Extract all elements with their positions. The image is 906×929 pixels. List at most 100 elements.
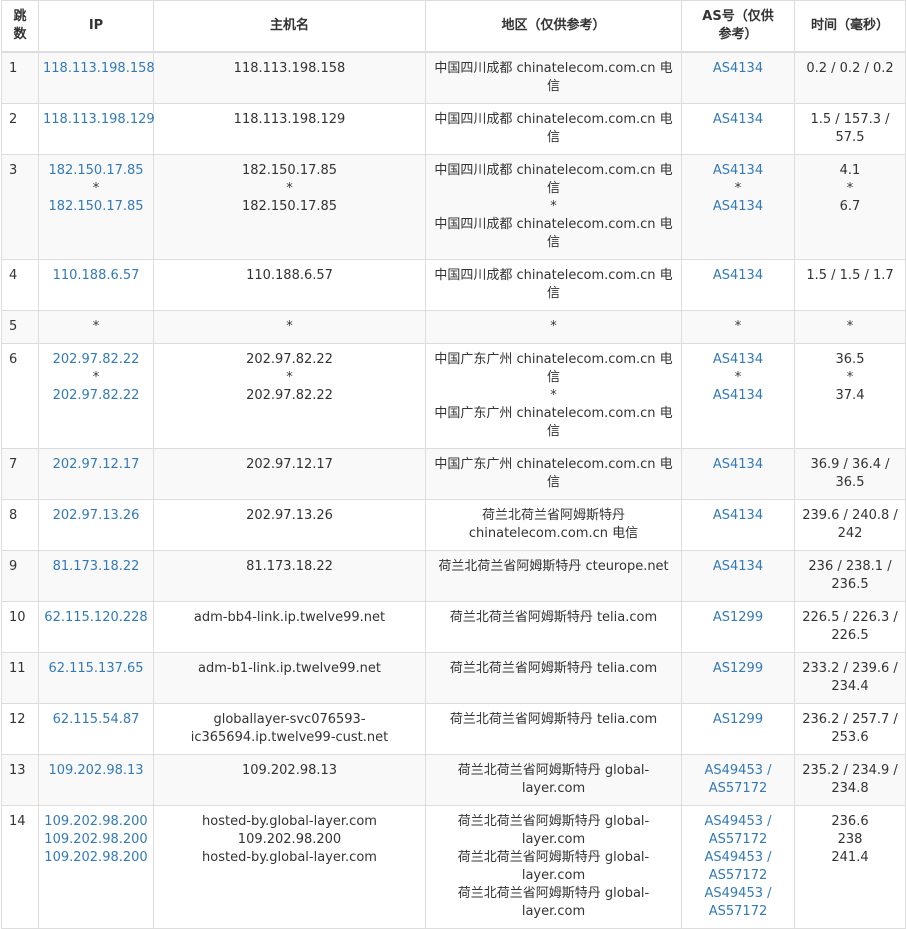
as-link[interactable]: AS4134 (686, 60, 790, 78)
table-header: 跳数 IP 主机名 地区（仅供参考） AS号（仅供参考） 时间（毫秒） (1, 0, 906, 53)
header-host: 主机名 (153, 0, 426, 53)
hop-cell: 14 (1, 805, 39, 929)
as-link[interactable]: AS4134 (686, 507, 790, 525)
ip-link[interactable]: 118.113.198.158 (43, 60, 155, 78)
region-text: 荷兰北荷兰省阿姆斯特丹 global- (457, 886, 650, 901)
no-response-marker: * (286, 370, 293, 385)
as-link[interactable]: AS57172 (686, 780, 790, 798)
region-cell: 中国广东广州 chinatelecom.com.cn 电信 (425, 448, 682, 500)
no-response-marker: * (734, 370, 742, 385)
as-link[interactable]: AS49453 / (686, 813, 790, 831)
as-cell: AS1299 (681, 652, 795, 704)
time-cell: 236.6 238 241.4 (794, 805, 906, 929)
host-text: 202.97.82.22 (246, 352, 333, 367)
time-text: 236.5 (831, 577, 869, 592)
ip-cell: 109.202.98.200 109.202.98.200 109.202.98.2… (38, 805, 154, 929)
no-response-marker: * (286, 319, 293, 334)
hop-cell: 8 (1, 499, 39, 551)
region-text: chinatelecom.com.cn 电信 (468, 526, 639, 541)
table-row: 6 202.97.82.22 * 202.97.82.22 202.97.82.22 * 2… (1, 343, 906, 449)
time-cell: 236 / 238.1 / 236.5 (794, 550, 906, 602)
no-response-marker: * (550, 199, 557, 214)
region-text: 荷兰北荷兰省阿姆斯特丹 (481, 508, 625, 523)
hostname-cell: 118.113.198.129 (153, 103, 426, 155)
host-text: 118.113.198.129 (233, 112, 346, 127)
time-cell: 36.9 / 36.4 / 36.5 (794, 448, 906, 500)
as-link[interactable]: AS49453 / (686, 885, 790, 903)
no-response-marker: * (734, 319, 742, 334)
region-cell: 荷兰北荷兰省阿姆斯特丹 telia.com (425, 652, 682, 704)
ip-link[interactable]: 109.202.98.13 (43, 762, 149, 780)
time-cell: 36.5 * 37.4 (794, 343, 906, 449)
as-link[interactable]: AS4134 (686, 198, 790, 216)
as-link[interactable]: AS57172 (686, 831, 790, 849)
as-link[interactable]: AS4134 (686, 111, 790, 129)
region-text: 荷兰北荷兰省阿姆斯特丹 cteurope.net (438, 559, 669, 574)
as-link[interactable]: AS1299 (686, 609, 790, 627)
time-text: 37.4 (835, 388, 865, 403)
table-row: 5 * * * * * (1, 310, 906, 344)
header-hop: 跳数 (1, 0, 39, 53)
as-link[interactable]: AS57172 (686, 903, 790, 921)
ip-link[interactable]: 202.97.82.22 (43, 351, 149, 369)
time-text: 1.5 / 157.3 / (810, 112, 890, 127)
as-link[interactable]: AS1299 (686, 711, 790, 729)
ip-link[interactable]: 118.113.198.129 (43, 111, 155, 129)
as-link[interactable]: AS1299 (686, 660, 790, 678)
ip-link[interactable]: 182.150.17.85 (43, 162, 149, 180)
as-link[interactable]: AS57172 (686, 867, 790, 885)
ip-link[interactable]: 81.173.18.22 (43, 558, 149, 576)
header-as: AS号（仅供参考） (681, 0, 795, 53)
as-cell: * (681, 310, 795, 344)
ip-link[interactable]: 109.202.98.200 (43, 831, 149, 849)
ip-link[interactable]: 109.202.98.200 (43, 849, 149, 867)
hostname-cell: 118.113.198.158 (153, 51, 426, 104)
region-cell: 中国四川成都 chinatelecom.com.cn 电信 * 中国四川成都 chi… (425, 154, 682, 260)
ip-cell: 202.97.12.17 (38, 448, 154, 500)
region-cell: * (425, 310, 682, 344)
as-cell: AS49453 /AS57172 (681, 754, 795, 806)
ip-link[interactable]: 62.115.54.87 (43, 711, 149, 729)
ip-link[interactable]: 62.115.137.65 (43, 660, 149, 678)
region-cell: 荷兰北荷兰省阿姆斯特丹 global-layer.com 荷兰北荷兰省阿姆斯特丹 … (425, 805, 682, 929)
ip-cell: 109.202.98.13 (38, 754, 154, 806)
ip-cell: 182.150.17.85 * 182.150.17.85 (38, 154, 154, 260)
hop-cell: 9 (1, 550, 39, 602)
table-row: 2 118.113.198.129 118.113.198.129 中国四川成都 ch… (1, 103, 906, 155)
as-cell: AS4134 * AS4134 (681, 154, 795, 260)
table-row: 13 109.202.98.13 109.202.98.13 荷兰北荷兰省阿姆斯特丹 … (1, 754, 906, 806)
as-link[interactable]: AS4134 (686, 162, 790, 180)
ip-link[interactable]: 182.150.17.85 (43, 198, 149, 216)
host-text: hosted-by.global-layer.com (202, 850, 377, 865)
time-text: 226.5 (831, 628, 869, 643)
header-ip: IP (38, 0, 154, 53)
region-cell: 中国四川成都 chinatelecom.com.cn 电信 (425, 103, 682, 155)
time-text: 234.4 (831, 679, 869, 694)
host-text: 202.97.13.26 (246, 508, 333, 523)
time-text: 235.2 / 234.9 / (802, 763, 898, 778)
region-text: 中国广东广州 chinatelecom.com.cn 电信 (434, 352, 673, 385)
as-link[interactable]: AS4134 (686, 351, 790, 369)
as-link[interactable]: AS4134 (686, 456, 790, 474)
table-row: 10 62.115.120.228 adm-bb4-link.ip.twelve99… (1, 601, 906, 653)
ip-link[interactable]: 202.97.12.17 (43, 456, 149, 474)
time-cell: 235.2 / 234.9 / 234.8 (794, 754, 906, 806)
region-cell: 荷兰北荷兰省阿姆斯特丹 global-layer.com (425, 754, 682, 806)
as-link[interactable]: AS4134 (686, 267, 790, 285)
as-cell: AS4134 * AS4134 (681, 343, 795, 449)
table-row: 12 62.115.54.87 globallayer-svc076593- ic36… (1, 703, 906, 755)
as-link[interactable]: AS49453 / (686, 849, 790, 867)
ip-link[interactable]: 109.202.98.200 (43, 813, 149, 831)
table-row: 1 118.113.198.158 118.113.198.158 中国四川成都 ch… (1, 51, 906, 104)
as-link[interactable]: AS4134 (686, 387, 790, 405)
region-text: 中国四川成都 chinatelecom.com.cn 电信 (434, 217, 673, 250)
as-link[interactable]: AS4134 (686, 558, 790, 576)
hostname-cell: globallayer-svc076593- ic365694.ip.twelve… (153, 703, 426, 755)
ip-link[interactable]: 202.97.13.26 (43, 507, 149, 525)
time-cell: 233.2 / 239.6 / 234.4 (794, 652, 906, 704)
as-link[interactable]: AS49453 / (686, 762, 790, 780)
ip-link[interactable]: 110.188.6.57 (43, 267, 149, 285)
ip-link[interactable]: 62.115.120.228 (43, 609, 149, 627)
hostname-cell: adm-b1-link.ip.twelve99.net (153, 652, 426, 704)
ip-link[interactable]: 202.97.82.22 (43, 387, 149, 405)
